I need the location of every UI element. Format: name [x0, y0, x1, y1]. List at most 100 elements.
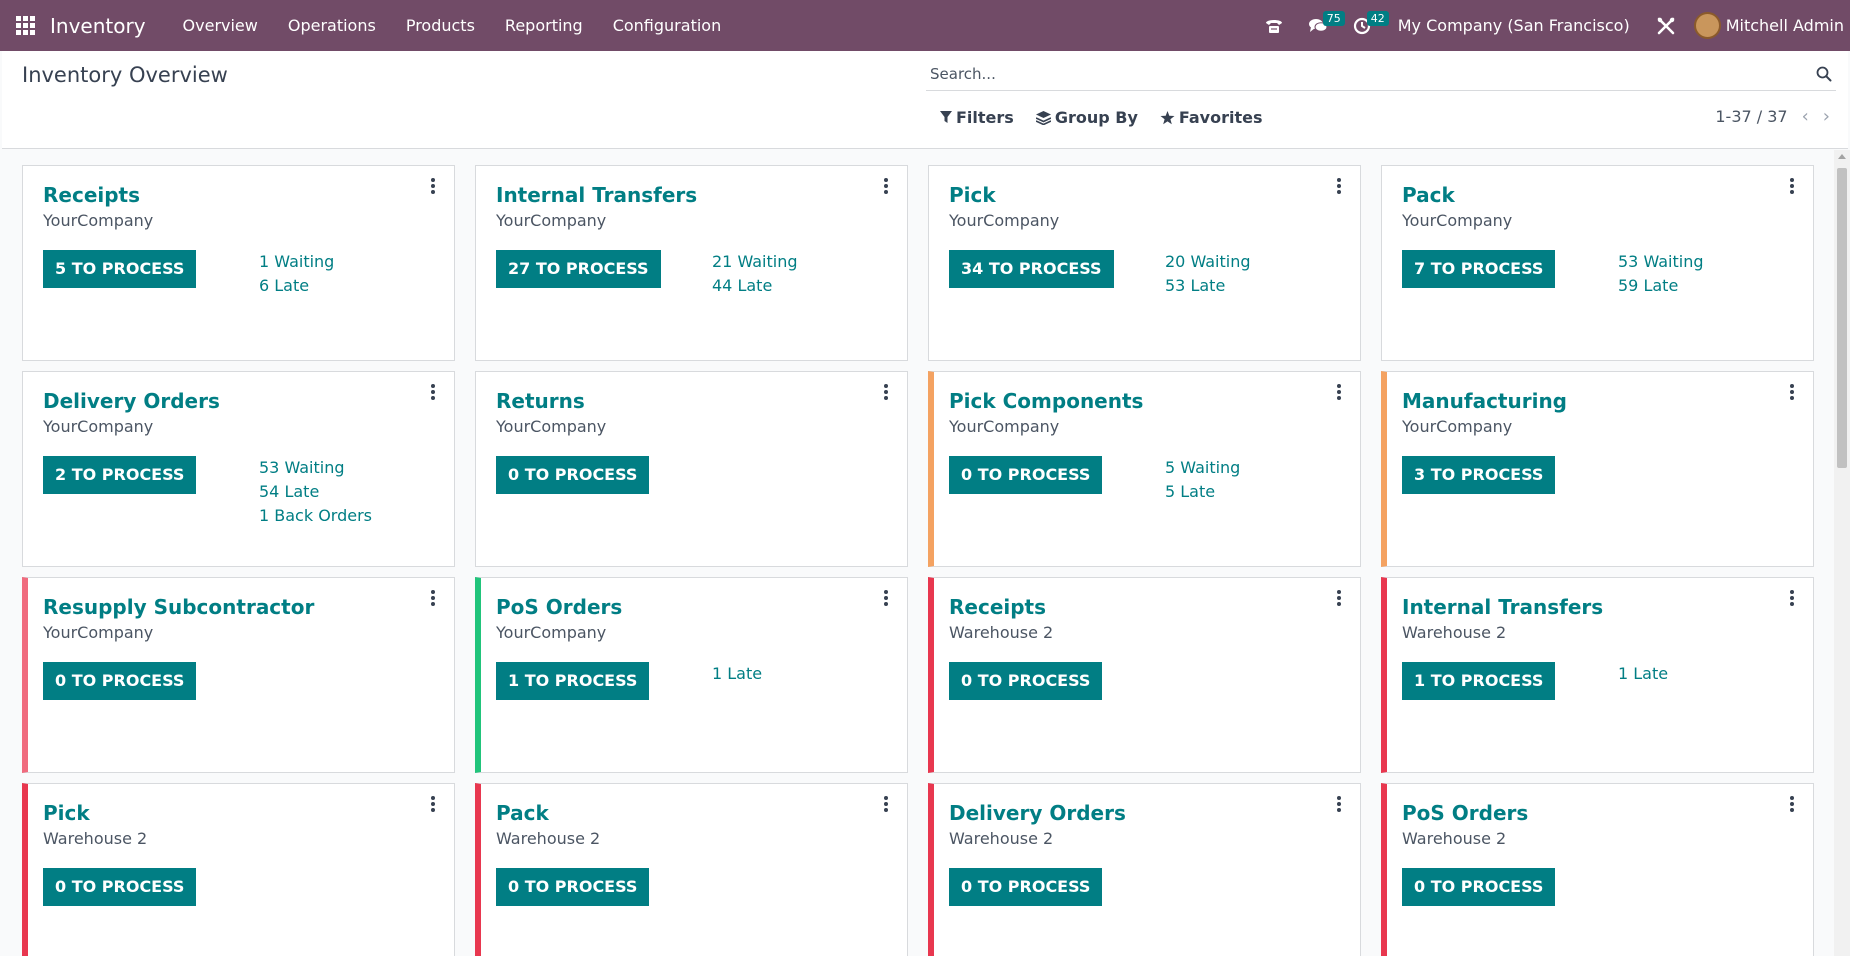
operation-type-card[interactable]: Manufacturing YourCompany 3 TO PROCESS	[1381, 371, 1814, 567]
debug-tools-icon[interactable]	[1644, 0, 1688, 51]
stat-link[interactable]: 5 Waiting	[1165, 456, 1240, 480]
to-process-button[interactable]: 0 TO PROCESS	[496, 868, 650, 906]
card-title[interactable]: Pick Components	[949, 389, 1143, 413]
stat-link[interactable]: 59 Late	[1618, 274, 1704, 298]
group-by-button[interactable]: Group By	[1035, 108, 1138, 127]
card-title[interactable]: Returns	[496, 389, 585, 413]
stat-link[interactable]: 53 Waiting	[1618, 250, 1704, 274]
card-title[interactable]: Internal Transfers	[1402, 595, 1603, 619]
stat-link[interactable]: 20 Waiting	[1165, 250, 1251, 274]
menu-operations[interactable]: Operations	[273, 0, 391, 51]
pager-previous-icon[interactable]: ‹	[1802, 106, 1809, 127]
kebab-menu-icon[interactable]	[883, 590, 889, 608]
menu-configuration[interactable]: Configuration	[598, 0, 737, 51]
card-title[interactable]: Resupply Subcontractor	[43, 595, 314, 619]
stat-link[interactable]: 6 Late	[259, 274, 334, 298]
to-process-button[interactable]: 1 TO PROCESS	[496, 662, 650, 700]
operation-type-card[interactable]: Pick YourCompany 34 TO PROCESS 20 Waiting 53…	[928, 165, 1361, 361]
app-brand[interactable]: Inventory	[50, 14, 146, 38]
stat-link[interactable]: 1 Late	[1618, 662, 1668, 686]
operation-type-card[interactable]: Delivery Orders Warehouse 2 0 TO PROCESS	[928, 783, 1361, 956]
messages-icon[interactable]: 75	[1296, 0, 1345, 51]
company-switcher[interactable]: My Company (San Francisco)	[1398, 16, 1630, 35]
card-title[interactable]: Receipts	[949, 595, 1046, 619]
kebab-menu-icon[interactable]	[1336, 590, 1342, 608]
to-process-button[interactable]: 0 TO PROCESS	[1402, 868, 1556, 906]
to-process-button[interactable]: 0 TO PROCESS	[949, 868, 1103, 906]
kebab-menu-icon[interactable]	[430, 796, 436, 814]
menu-overview[interactable]: Overview	[168, 0, 273, 51]
card-title[interactable]: Pick	[949, 183, 996, 207]
scrollbar[interactable]	[1834, 150, 1850, 956]
activities-icon[interactable]: 42	[1340, 0, 1389, 51]
pager-next-icon[interactable]: ›	[1823, 106, 1830, 127]
scroll-up-icon[interactable]	[1838, 154, 1846, 159]
kebab-menu-icon[interactable]	[1336, 384, 1342, 402]
filters-button[interactable]: Filters	[940, 108, 1014, 127]
stat-link[interactable]: 53 Late	[1165, 274, 1251, 298]
stat-link[interactable]: 5 Late	[1165, 480, 1240, 504]
operation-type-card[interactable]: Returns YourCompany 0 TO PROCESS	[475, 371, 908, 567]
scrollbar-thumb[interactable]	[1837, 168, 1847, 468]
to-process-button[interactable]: 0 TO PROCESS	[496, 456, 650, 494]
kebab-menu-icon[interactable]	[430, 384, 436, 402]
operation-type-card[interactable]: Internal Transfers YourCompany 27 TO PROCE…	[475, 165, 908, 361]
to-process-button[interactable]: 0 TO PROCESS	[949, 662, 1103, 700]
card-title[interactable]: PoS Orders	[496, 595, 622, 619]
kebab-menu-icon[interactable]	[430, 178, 436, 196]
card-title[interactable]: Pack	[496, 801, 549, 825]
phone-icon[interactable]	[1252, 0, 1296, 51]
stat-link[interactable]: 44 Late	[712, 274, 798, 298]
menu-products[interactable]: Products	[391, 0, 490, 51]
kebab-menu-icon[interactable]	[1789, 384, 1795, 402]
search-input[interactable]	[926, 64, 1836, 83]
kebab-menu-icon[interactable]	[883, 796, 889, 814]
user-menu[interactable]: Mitchell Admin	[1693, 12, 1844, 39]
apps-menu-icon[interactable]	[0, 0, 50, 51]
operation-type-card[interactable]: Pick Components YourCompany 0 TO PROCESS 5 …	[928, 371, 1361, 567]
kebab-menu-icon[interactable]	[1789, 590, 1795, 608]
menu-reporting[interactable]: Reporting	[490, 0, 598, 51]
card-title[interactable]: Delivery Orders	[949, 801, 1126, 825]
kebab-menu-icon[interactable]	[1336, 178, 1342, 196]
stat-link[interactable]: 21 Waiting	[712, 250, 798, 274]
kebab-menu-icon[interactable]	[430, 590, 436, 608]
card-title[interactable]: Receipts	[43, 183, 140, 207]
to-process-button[interactable]: 27 TO PROCESS	[496, 250, 661, 288]
card-title[interactable]: Pick	[43, 801, 90, 825]
operation-type-card[interactable]: PoS Orders Warehouse 2 0 TO PROCESS	[1381, 783, 1814, 956]
card-title[interactable]: Delivery Orders	[43, 389, 220, 413]
favorites-button[interactable]: Favorites	[1160, 108, 1262, 127]
to-process-button[interactable]: 2 TO PROCESS	[43, 456, 197, 494]
operation-type-card[interactable]: Receipts Warehouse 2 0 TO PROCESS	[928, 577, 1361, 773]
kebab-menu-icon[interactable]	[883, 384, 889, 402]
card-title[interactable]: Internal Transfers	[496, 183, 697, 207]
to-process-button[interactable]: 0 TO PROCESS	[949, 456, 1103, 494]
kebab-menu-icon[interactable]	[1789, 178, 1795, 196]
operation-type-card[interactable]: Internal Transfers Warehouse 2 1 TO PROCES…	[1381, 577, 1814, 773]
search-icon[interactable]	[1816, 66, 1832, 86]
to-process-button[interactable]: 0 TO PROCESS	[43, 868, 197, 906]
kebab-menu-icon[interactable]	[1336, 796, 1342, 814]
stat-link[interactable]: 54 Late	[259, 480, 372, 504]
operation-type-card[interactable]: Pack YourCompany 7 TO PROCESS 53 Waiting 59 …	[1381, 165, 1814, 361]
to-process-button[interactable]: 1 TO PROCESS	[1402, 662, 1556, 700]
stat-link[interactable]: 1 Back Orders	[259, 504, 372, 528]
operation-type-card[interactable]: Resupply Subcontractor YourCompany 0 TO PR…	[22, 577, 455, 773]
card-title[interactable]: Pack	[1402, 183, 1455, 207]
operation-type-card[interactable]: Delivery Orders YourCompany 2 TO PROCESS 53…	[22, 371, 455, 567]
operation-type-card[interactable]: Receipts YourCompany 5 TO PROCESS 1 Waiting…	[22, 165, 455, 361]
operation-type-card[interactable]: PoS Orders YourCompany 1 TO PROCESS 1 Late	[475, 577, 908, 773]
card-title[interactable]: Manufacturing	[1402, 389, 1567, 413]
stat-link[interactable]: 53 Waiting	[259, 456, 372, 480]
stat-link[interactable]: 1 Waiting	[259, 250, 334, 274]
operation-type-card[interactable]: Pick Warehouse 2 0 TO PROCESS	[22, 783, 455, 956]
operation-type-card[interactable]: Pack Warehouse 2 0 TO PROCESS	[475, 783, 908, 956]
to-process-button[interactable]: 3 TO PROCESS	[1402, 456, 1556, 494]
card-title[interactable]: PoS Orders	[1402, 801, 1528, 825]
to-process-button[interactable]: 7 TO PROCESS	[1402, 250, 1556, 288]
kebab-menu-icon[interactable]	[883, 178, 889, 196]
pager-value[interactable]: 1-37 / 37	[1715, 107, 1787, 126]
to-process-button[interactable]: 5 TO PROCESS	[43, 250, 197, 288]
stat-link[interactable]: 1 Late	[712, 662, 762, 686]
